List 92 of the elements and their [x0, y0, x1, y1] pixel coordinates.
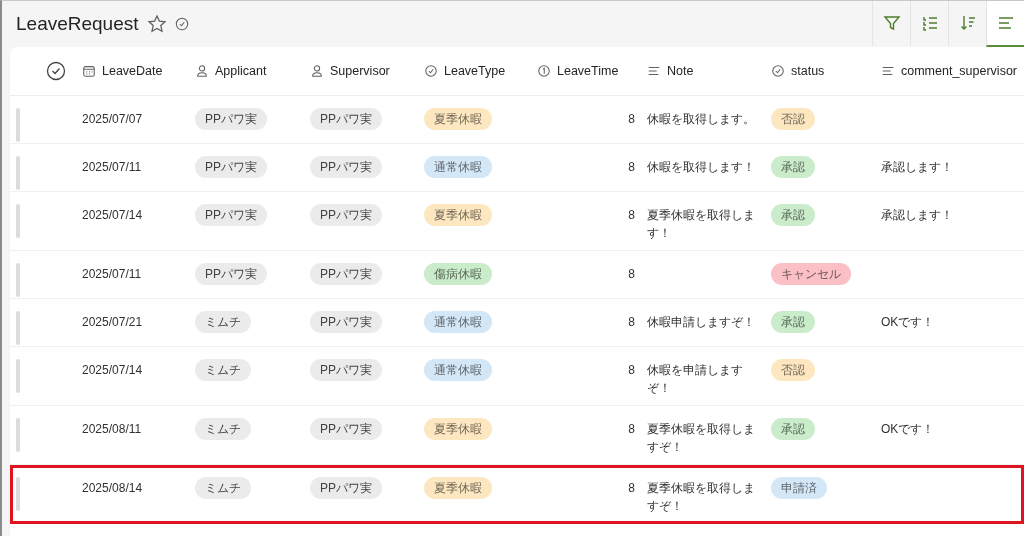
- row-handle[interactable]: [16, 108, 20, 142]
- leave-type-tag: 夏季休暇: [424, 477, 492, 499]
- person-tag: PPパワ実: [195, 204, 267, 226]
- person-tag: PPパワ実: [310, 108, 382, 130]
- row-handle[interactable]: [16, 156, 20, 190]
- check-circle-icon: [424, 64, 438, 78]
- star-icon[interactable]: [146, 14, 167, 34]
- text-lines-icon: [647, 64, 661, 78]
- leave-type-tag: 通常休暇: [424, 311, 492, 333]
- note-cell-text: 休暇を取得します！: [647, 160, 755, 175]
- calendar-icon: [82, 64, 96, 78]
- date-cell-text: 2025/08/11: [82, 421, 143, 438]
- column-header[interactable]: LeaveDate: [82, 64, 195, 78]
- status-tag: 否認: [771, 359, 815, 381]
- date-cell-text: 2025/07/14: [82, 207, 144, 224]
- date-cell-text: 2025/07/14: [82, 362, 144, 379]
- person-tag: PPパワ実: [195, 263, 267, 285]
- status-tag: 承認: [771, 204, 815, 226]
- leave-time-cell-text: 8: [627, 207, 636, 224]
- person-tag: PPパワ実: [310, 204, 382, 226]
- person-tag: PPパワ実: [310, 477, 382, 499]
- status-tag: 承認: [771, 311, 815, 333]
- note-cell-text: 夏季休暇を取得します！: [647, 208, 755, 241]
- number-circle-icon: [537, 64, 551, 78]
- leave-type-tag: 通常休暇: [424, 156, 492, 178]
- leave-type-tag: 夏季休暇: [424, 418, 492, 440]
- leave-time-cell-text: 8: [627, 421, 636, 438]
- note-cell-text: 夏季休暇を取得しますぞ！: [647, 422, 755, 455]
- person-tag: ミムチ: [195, 311, 251, 333]
- person-tag: PPパワ実: [195, 156, 267, 178]
- comment-cell-text: 承認します！: [881, 159, 954, 176]
- leave-time-cell-text: 8: [627, 362, 636, 379]
- comment-cell-text: OKです！: [881, 314, 936, 331]
- column-header[interactable]: Applicant: [195, 64, 310, 78]
- leave-type-tag: 傷病休暇: [424, 263, 492, 285]
- person-tag: PPパワ実: [310, 156, 382, 178]
- row-handle[interactable]: [16, 311, 20, 345]
- row-handle[interactable]: [16, 477, 20, 511]
- list-title: LeaveRequest: [16, 13, 139, 35]
- column-header[interactable]: LeaveType: [424, 64, 537, 78]
- date-cell-text: 2025/07/21: [82, 314, 144, 331]
- person-tag: PPパワ実: [310, 263, 382, 285]
- comment-cell-text: 承認します！: [881, 207, 954, 224]
- row-handle[interactable]: [16, 204, 20, 238]
- person-tag: PPパワ実: [310, 311, 382, 333]
- toolbar-button[interactable]: [986, 1, 1024, 47]
- person-tag: ミムチ: [195, 418, 251, 440]
- leave-time-cell-text: 8: [627, 266, 636, 283]
- comment-cell-text: OKです！: [881, 421, 936, 438]
- leave-type-tag: 夏季休暇: [424, 108, 492, 130]
- person-tag: PPパワ実: [310, 359, 382, 381]
- status-tag: 申請済: [771, 477, 827, 499]
- sort-icon: [958, 14, 977, 32]
- date-cell-text: 2025/08/14: [82, 480, 144, 497]
- column-header[interactable]: Supervisor: [310, 64, 424, 78]
- select-all-checkbox[interactable]: [46, 61, 66, 81]
- status-tag: 承認: [771, 418, 815, 440]
- leave-time-cell-text: 8: [627, 111, 636, 128]
- row-handle[interactable]: [16, 263, 20, 297]
- person-tag: ミムチ: [195, 359, 251, 381]
- person-tag: PPパワ実: [195, 108, 267, 130]
- person-tag: ミムチ: [195, 477, 251, 499]
- status-tag: 否認: [771, 108, 815, 130]
- column-header[interactable]: Note: [647, 64, 771, 78]
- lines-icon: [996, 14, 1015, 32]
- leave-time-cell-text: 8: [627, 480, 636, 497]
- note-cell-text: 休暇を申請しますぞ！: [647, 363, 744, 396]
- row-handle[interactable]: [16, 418, 20, 452]
- text-lines-icon: [881, 64, 895, 78]
- note-cell-text: 休暇を取得します。: [647, 112, 755, 127]
- check-circle-icon: [771, 64, 785, 78]
- leave-time-cell-text: 8: [627, 314, 636, 331]
- list-icon: [920, 14, 939, 32]
- date-cell-text: 2025/07/07: [82, 111, 144, 128]
- column-header[interactable]: LeaveTime: [537, 64, 647, 78]
- note-cell-text: 休暇申請しますぞ！: [647, 315, 755, 330]
- person-tag: PPパワ実: [310, 418, 382, 440]
- leave-type-tag: 夏季休暇: [424, 204, 492, 226]
- column-header[interactable]: status: [771, 64, 881, 78]
- row-handle[interactable]: [16, 359, 20, 393]
- status-tag: 承認: [771, 156, 815, 178]
- leave-type-tag: 通常休暇: [424, 359, 492, 381]
- column-header[interactable]: comment_supervisor: [881, 64, 1024, 78]
- date-cell-text: 2025/07/11: [82, 266, 143, 283]
- status-tag: キャンセル: [771, 263, 851, 285]
- check-circle-icon[interactable]: [174, 17, 189, 31]
- filter-icon: [882, 14, 901, 32]
- person-icon: [195, 64, 209, 78]
- person-icon: [310, 64, 324, 78]
- date-cell-text: 2025/07/11: [82, 159, 143, 176]
- leave-time-cell-text: 8: [627, 159, 636, 176]
- note-cell-text: 夏季休暇を取得しますぞ！: [647, 481, 755, 514]
